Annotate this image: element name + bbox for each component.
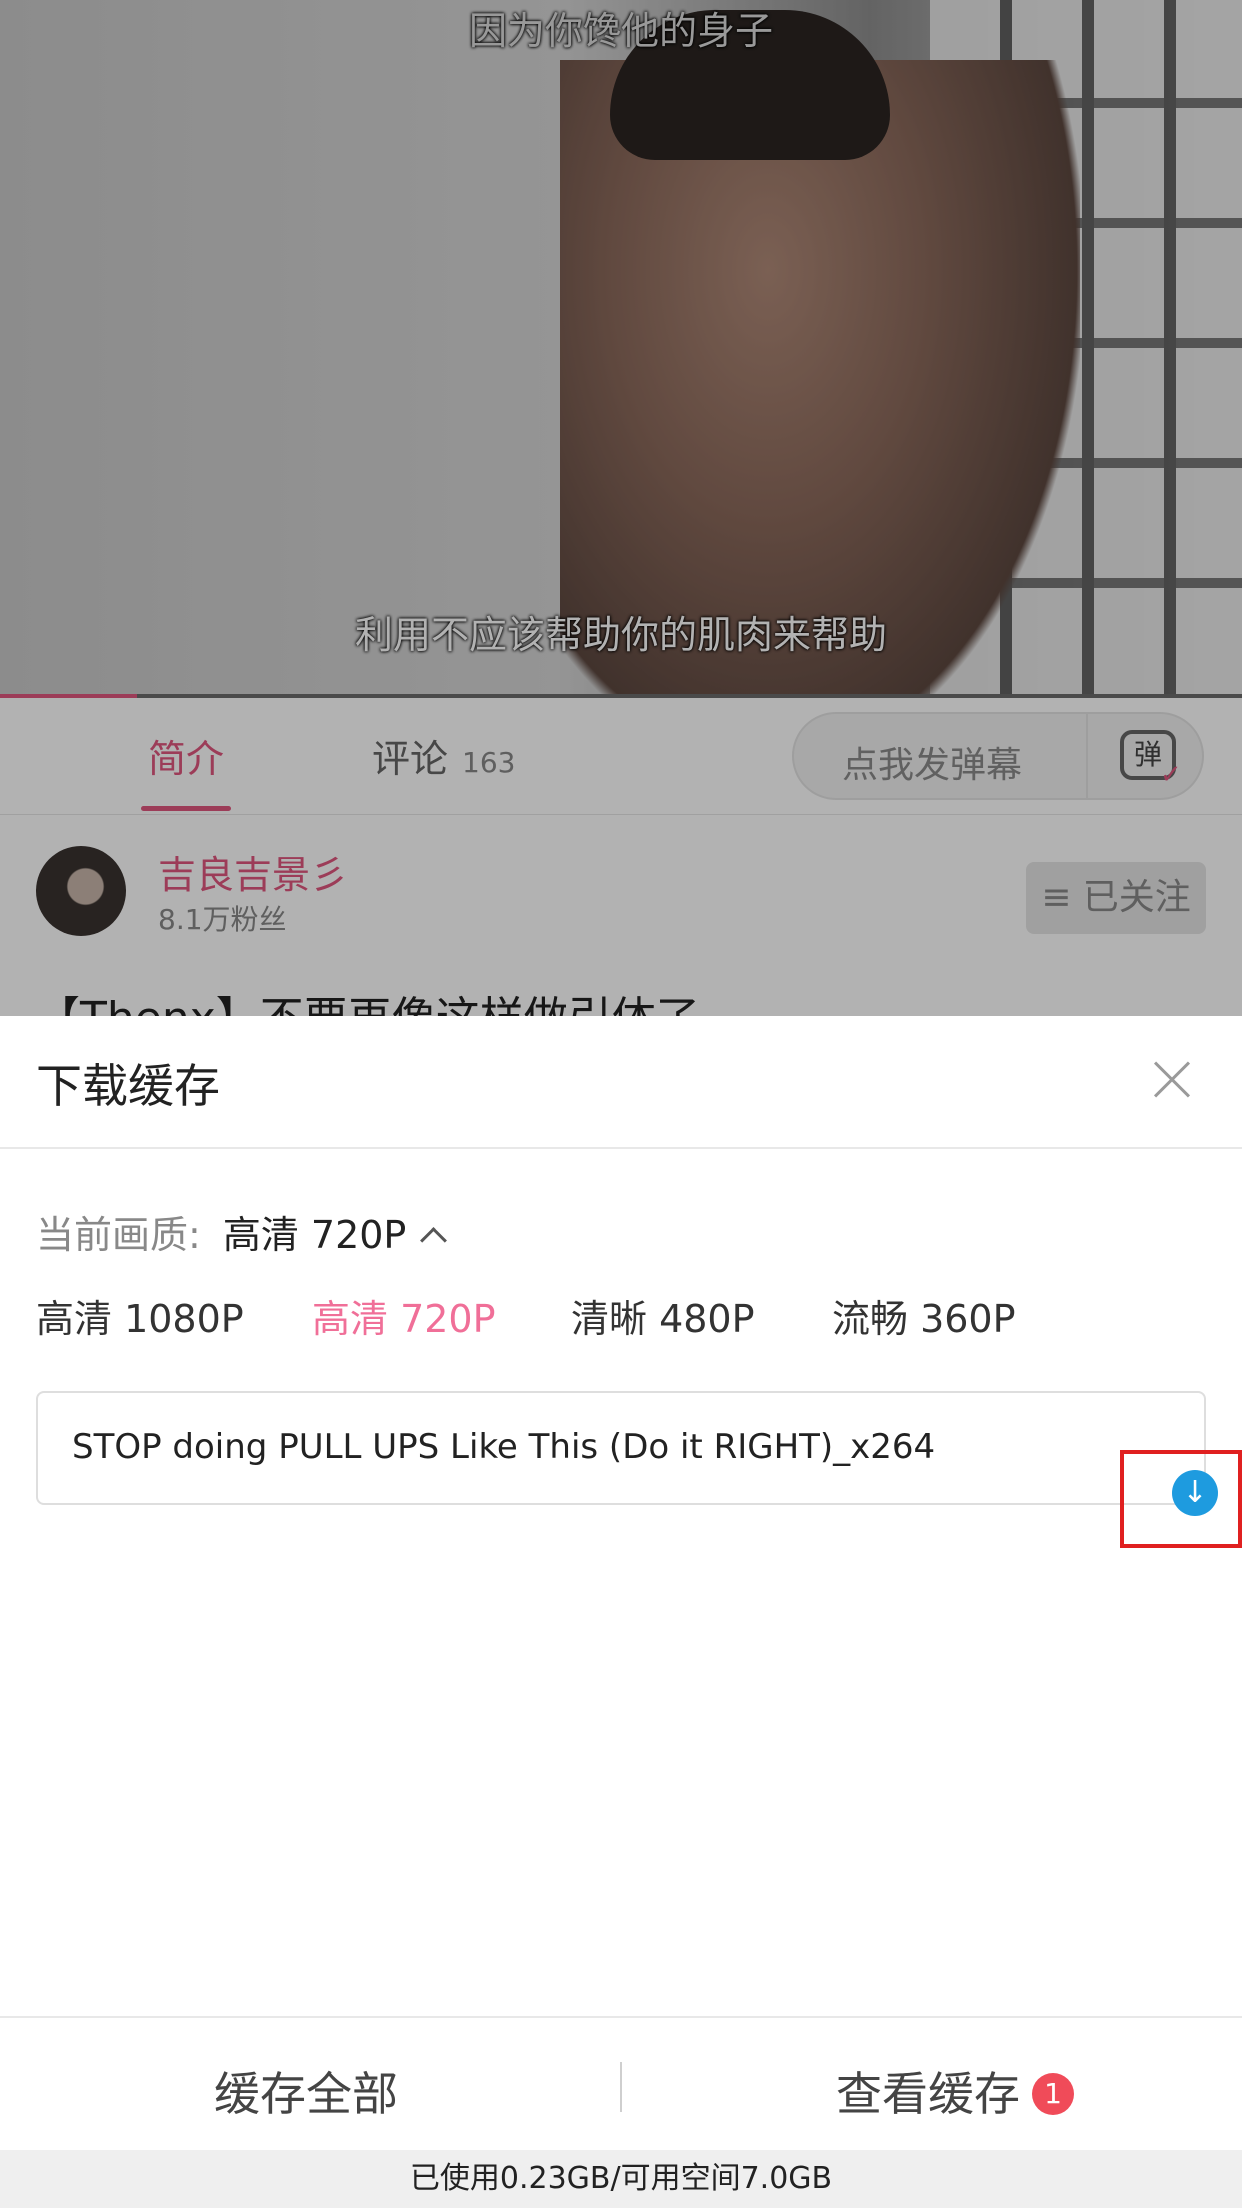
close-icon[interactable] [1152,1060,1192,1100]
quality-option-1080p[interactable]: 高清 1080P [36,1288,244,1343]
download-sheet: 下载缓存 当前画质: 高清 720P 高清 1080P 高清 720P 清晰 48… [0,1016,1242,2208]
current-quality-row[interactable]: 当前画质: 高清 720P [36,1204,448,1259]
file-list-item[interactable]: STOP doing PULL UPS Like This (Do it RIG… [36,1391,1206,1505]
chevron-up-icon[interactable] [420,1227,448,1254]
view-cache-button[interactable]: 查看缓存 1 [836,2058,1074,2124]
download-arrow-icon[interactable]: ↓ [1172,1470,1218,1516]
quality-option-360p[interactable]: 流畅 360P [832,1288,1016,1343]
sheet-header: 下载缓存 [0,1016,1242,1149]
footer-divider [620,2062,622,2112]
quality-current: 高清 720P [222,1213,407,1257]
modal-overlay[interactable] [0,0,1242,1016]
quality-option-720p[interactable]: 高清 720P [312,1288,496,1343]
cache-count-badge: 1 [1032,2072,1074,2115]
sheet-footer: 缓存全部 查看缓存 1 [0,2016,1242,2150]
view-cache-label: 查看缓存 [836,2067,1020,2121]
quality-options: 高清 1080P 高清 720P 清晰 480P 流畅 360P [36,1288,1216,1344]
storage-info: 已使用0.23GB/可用空间7.0GB [0,2150,1242,2208]
cache-all-button[interactable]: 缓存全部 [214,2058,398,2124]
sheet-title: 下载缓存 [36,1059,220,1113]
quality-label: 当前画质: [36,1213,201,1257]
quality-option-480p[interactable]: 清晰 480P [571,1288,755,1343]
file-name: STOP doing PULL UPS Like This (Do it RIG… [72,1427,936,1467]
